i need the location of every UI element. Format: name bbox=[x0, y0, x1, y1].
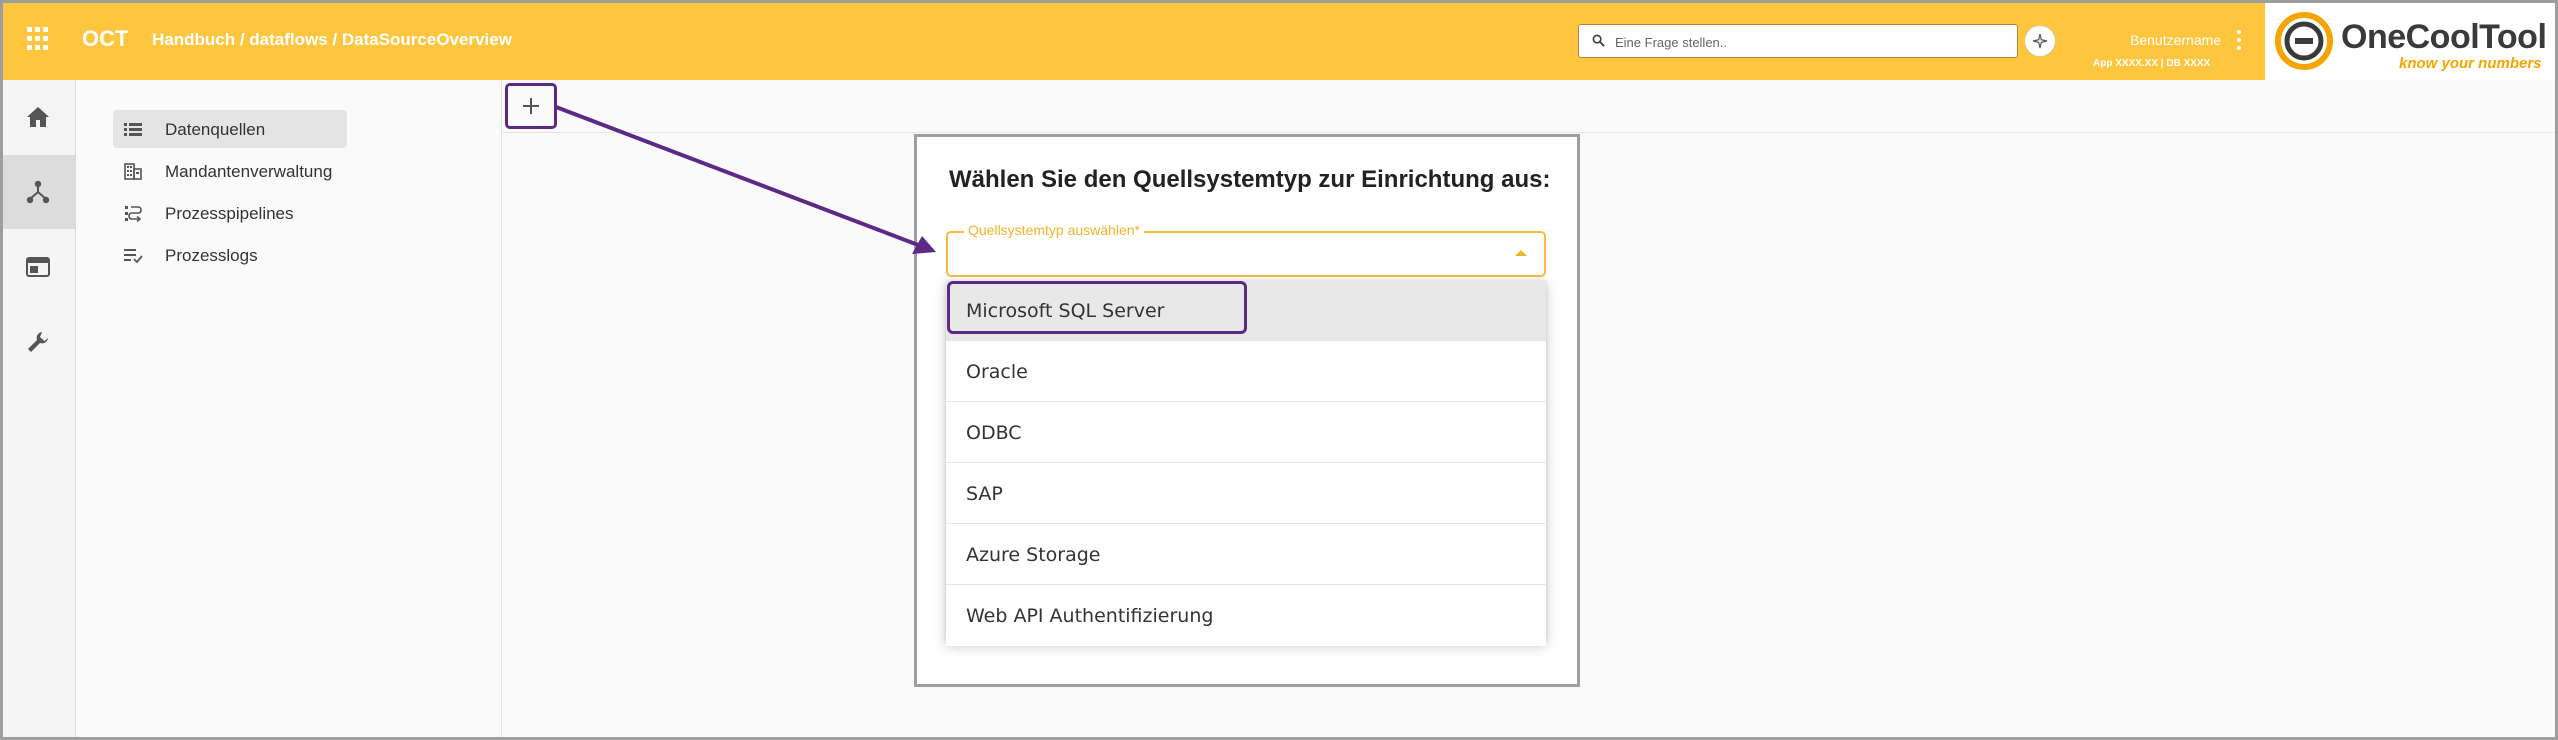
pipeline-icon bbox=[125, 206, 142, 222]
wrench-icon bbox=[27, 332, 48, 352]
option-odbc[interactable]: ODBC bbox=[946, 402, 1546, 463]
sparkle-icon bbox=[2032, 33, 2048, 49]
username[interactable]: Benutzername bbox=[2130, 32, 2221, 48]
sidebar-item-label: Datenquellen bbox=[165, 120, 266, 139]
search-input[interactable] bbox=[1615, 31, 2005, 53]
app-title[interactable]: OCT bbox=[82, 26, 128, 52]
option-oracle[interactable]: Oracle bbox=[946, 341, 1546, 402]
search-box[interactable] bbox=[1578, 24, 2018, 58]
logo-name: OneCoolTool bbox=[2341, 18, 2547, 56]
more-vert-icon[interactable] bbox=[2236, 30, 2242, 50]
option-web-api-authentifizierung[interactable]: Web API Authentifizierung bbox=[946, 585, 1546, 646]
dialog-title: Wählen Sie den Quellsystemtyp zur Einric… bbox=[949, 166, 1551, 193]
option-label: SAP bbox=[966, 483, 1003, 505]
sidebar-item-datenquellen[interactable]: Datenquellen bbox=[113, 110, 347, 148]
source-type-select-label: Quellsystemtyp auswählen* bbox=[964, 222, 1144, 238]
building-icon bbox=[124, 163, 142, 180]
option-sap[interactable]: SAP bbox=[946, 463, 1546, 524]
option-label: ODBC bbox=[966, 422, 1022, 444]
sidebar-item-label: Prozesspipelines bbox=[165, 204, 294, 223]
rail-item-views[interactable] bbox=[0, 230, 75, 304]
add-datasource-button[interactable] bbox=[505, 83, 557, 129]
home-icon bbox=[26, 107, 49, 127]
option-label: Oracle bbox=[966, 361, 1028, 383]
search-icon bbox=[1592, 34, 1605, 47]
list-icon bbox=[124, 123, 142, 136]
apps-grid-icon[interactable] bbox=[27, 27, 51, 51]
navigation-rail bbox=[0, 80, 76, 740]
dataflow-icon bbox=[26, 180, 49, 204]
select-arrow-up-icon[interactable] bbox=[1515, 250, 1527, 256]
logo: OneCoolTool know your numbers bbox=[2265, 0, 2555, 80]
sidebar-item-label: Mandantenverwaltung bbox=[165, 162, 333, 181]
section-sidebar: Datenquellen Mandantenverwaltung Prozess… bbox=[77, 80, 502, 740]
option-label: Azure Storage bbox=[966, 544, 1101, 566]
option-microsoft-sql-server[interactable]: Microsoft SQL Server bbox=[946, 280, 1546, 341]
logo-tagline: know your numbers bbox=[2399, 55, 2542, 72]
source-type-dropdown: Microsoft SQL Server Oracle ODBC SAP Azu… bbox=[946, 280, 1546, 646]
browser-window-icon bbox=[25, 257, 50, 277]
sidebar-item-prozesslogs[interactable]: Prozesslogs bbox=[113, 236, 347, 274]
ai-assistant-button[interactable] bbox=[2024, 25, 2056, 57]
rail-item-dataflows[interactable] bbox=[0, 155, 75, 229]
rail-item-tools[interactable] bbox=[0, 305, 75, 379]
breadcrumb: Handbuch / dataflows / DataSourceOvervie… bbox=[152, 30, 512, 49]
sidebar-item-label: Prozesslogs bbox=[165, 246, 258, 265]
sidebar-item-prozesspipelines[interactable]: Prozesspipelines bbox=[113, 194, 347, 232]
rail-item-home[interactable] bbox=[0, 80, 75, 154]
app-version-info: App XXXX.XX | DB XXXX bbox=[2093, 58, 2211, 69]
option-label: Web API Authentifizierung bbox=[966, 605, 1214, 627]
log-list-icon bbox=[124, 249, 143, 264]
sidebar-item-mandantenverwaltung[interactable]: Mandantenverwaltung bbox=[113, 152, 347, 190]
plus-icon bbox=[523, 98, 539, 114]
option-azure-storage[interactable]: Azure Storage bbox=[946, 524, 1546, 585]
toolbar-divider bbox=[502, 132, 2555, 133]
logo-mark-icon bbox=[2275, 12, 2333, 70]
top-app-bar: OCT Handbuch / dataflows / DataSourceOve… bbox=[0, 0, 2558, 80]
option-label: Microsoft SQL Server bbox=[966, 300, 1165, 322]
